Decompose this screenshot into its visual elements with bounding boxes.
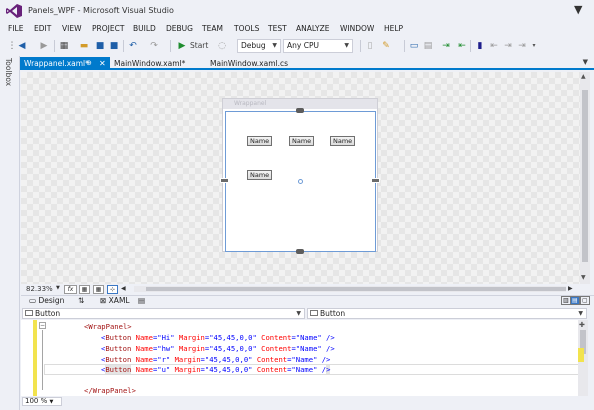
menu-analyze[interactable]: ANALYZE xyxy=(296,24,330,33)
code-line-wrappanel-close[interactable]: </WrapPanel> xyxy=(84,386,136,395)
menu-project[interactable]: PROJECT xyxy=(92,24,124,33)
window-title: Panels_WPF - Microsoft Visual Studio xyxy=(28,6,174,15)
bookmark-icon[interactable]: ▮ xyxy=(474,40,486,52)
menu-file[interactable]: FILE xyxy=(8,24,23,33)
next-bookmark-icon[interactable]: ⇥ xyxy=(502,40,514,52)
align-icon[interactable]: ▭ xyxy=(408,40,420,52)
resize-handle-right[interactable] xyxy=(371,178,380,183)
code-line-button-r[interactable]: <Button Name="r" Margin="45,45,0,0" Cont… xyxy=(101,355,330,364)
prev-bookmark-icon[interactable]: ⇤ xyxy=(488,40,500,52)
tab-design[interactable]: ▭ Design xyxy=(29,296,64,305)
outline-guide xyxy=(42,330,43,390)
toolbar-options-icon[interactable]: ▾ xyxy=(528,40,540,52)
design-button-hi[interactable]: Name xyxy=(247,136,273,146)
save-icon[interactable]: ■ xyxy=(94,40,106,52)
effects-toggle[interactable]: fx xyxy=(64,285,77,294)
funnel-icon[interactable]: ▼ xyxy=(574,3,582,16)
back-icon[interactable]: ◀ xyxy=(16,40,28,52)
resize-handle-left[interactable] xyxy=(220,178,229,183)
menu-window[interactable]: WINDOW xyxy=(340,24,374,33)
open-file-icon[interactable]: ▬ xyxy=(78,40,90,52)
save-all-icon[interactable]: ■ xyxy=(108,40,120,52)
design-button-r[interactable]: Name xyxy=(330,136,356,146)
menu-debug[interactable]: DEBUG xyxy=(166,24,193,33)
scroll-left-icon[interactable]: ◀ xyxy=(121,285,126,292)
snap-lines-icon[interactable]: ⊹ xyxy=(107,285,118,294)
resize-handle-bottom[interactable] xyxy=(296,249,304,254)
forward-icon[interactable]: ▶ xyxy=(38,40,50,52)
format-icon[interactable]: ▤ xyxy=(422,40,434,52)
document-tab-bar: Wrappanel.xaml* ⊕ ✕ MainWindow.xaml* Mai… xyxy=(20,56,594,70)
configuration-dropdown[interactable]: Debug ▼ xyxy=(237,39,281,53)
redo-icon[interactable]: ↷ xyxy=(148,40,160,52)
standard-toolbar: ⋮ ◀ ▶ ▦ ▬ ■ ■ ↶ ↷ ▶ Start ◌ Debug ▼ Any C… xyxy=(0,36,594,56)
indent-icon[interactable]: ⇥ xyxy=(440,40,452,52)
window-preview-caption: Wrappanel xyxy=(234,100,267,107)
split-editor-icon[interactable]: ✚ xyxy=(579,321,585,329)
scroll-right-icon[interactable]: ▶ xyxy=(568,285,573,292)
element-type-dropdown[interactable]: Button ▼ xyxy=(22,308,305,319)
editor-zoom-dropdown[interactable]: 100 % ▼ xyxy=(22,397,62,406)
close-icon[interactable]: ✕ xyxy=(99,57,106,70)
zoom-level[interactable]: 82.33% xyxy=(26,285,53,293)
menu-help[interactable]: HELP xyxy=(384,24,403,33)
toolbox-tab[interactable]: Toolbox xyxy=(4,58,13,86)
snap-grid-icon[interactable]: ▦ xyxy=(93,285,104,294)
zoom-dropdown-icon[interactable]: ▼ xyxy=(56,285,60,291)
tab-xaml[interactable]: ⊠ XAML xyxy=(100,296,130,305)
swap-panes-icon[interactable]: ⇅ xyxy=(78,296,84,305)
tab-mainwindow-xaml-cs[interactable]: MainWindow.xaml.cs xyxy=(206,57,306,70)
resize-handle-top[interactable] xyxy=(296,108,304,113)
scrollbar-change-marker xyxy=(578,348,584,362)
change-margin xyxy=(33,320,37,396)
attach-icon[interactable]: ◌ xyxy=(216,40,228,52)
toolbox-strip xyxy=(0,56,20,410)
horizontal-split-icon[interactable]: ▤ xyxy=(570,296,580,305)
center-adorner xyxy=(298,179,303,184)
menu-test[interactable]: TEST xyxy=(268,24,287,33)
collapse-icon[interactable]: − xyxy=(39,322,46,329)
collapse-pane-icon[interactable]: ▢ xyxy=(580,296,590,305)
designer-vertical-scroll-thumb[interactable] xyxy=(582,90,588,262)
start-label[interactable]: Start xyxy=(190,40,214,52)
design-button-u[interactable]: Name xyxy=(247,170,273,180)
code-line-button-hi[interactable]: <Button Name="Hi" Margin="45,45,0,0" Con… xyxy=(101,333,335,342)
menu-edit[interactable]: EDIT xyxy=(34,24,51,33)
undo-icon[interactable]: ↶ xyxy=(127,40,139,52)
scroll-up-icon[interactable]: ▲ xyxy=(581,73,586,80)
pane-toggle-icon[interactable]: ▤ xyxy=(138,296,145,305)
platform-dropdown[interactable]: Any CPU ▼ xyxy=(283,39,353,53)
menu-tools[interactable]: TOOLS xyxy=(234,24,259,33)
grid-icon[interactable]: ▦ xyxy=(79,285,90,294)
menu-view[interactable]: VIEW xyxy=(62,24,82,33)
editor-horizontal-scrollbar[interactable] xyxy=(21,396,587,406)
visual-studio-window: Panels_WPF - Microsoft Visual Studio ▼ F… xyxy=(0,0,594,410)
pin-icon[interactable]: ⊕ xyxy=(86,57,92,70)
element-member-dropdown[interactable]: Button ▼ xyxy=(307,308,587,319)
clear-bookmarks-icon[interactable]: ⇥ xyxy=(516,40,528,52)
designer-horizontal-scroll-thumb[interactable] xyxy=(146,287,566,291)
code-line-button-hw[interactable]: <Button Name="hw" Margin="45,45,0,0" Con… xyxy=(101,344,335,353)
start-icon[interactable]: ▶ xyxy=(176,40,188,52)
code-line-button-u[interactable]: <Button Name="u" Margin="45,45,0,0" Cont… xyxy=(101,365,331,374)
code-line-wrappanel-open[interactable]: <WrapPanel> xyxy=(84,322,132,331)
menu-team[interactable]: TEAM xyxy=(202,24,223,33)
menu-bar: FILE EDIT VIEW PROJECT BUILD DEBUG TEAM … xyxy=(0,22,594,36)
design-button-hw[interactable]: Name xyxy=(289,136,315,146)
find-icon[interactable]: ▯ xyxy=(364,40,376,52)
tab-wrappanel-xaml[interactable]: Wrappanel.xaml* ⊕ ✕ xyxy=(20,57,110,70)
tab-overflow-icon[interactable]: ▼ xyxy=(583,58,588,66)
visual-studio-logo xyxy=(6,4,22,18)
scroll-down-icon[interactable]: ▼ xyxy=(581,274,586,281)
tab-mainwindow-xaml[interactable]: MainWindow.xaml* xyxy=(110,57,206,70)
new-project-icon[interactable]: ▦ xyxy=(58,40,70,52)
solution-explorer-icon[interactable]: ✎ xyxy=(380,40,392,52)
menu-build[interactable]: BUILD xyxy=(133,24,156,33)
outdent-icon[interactable]: ⇤ xyxy=(456,40,468,52)
